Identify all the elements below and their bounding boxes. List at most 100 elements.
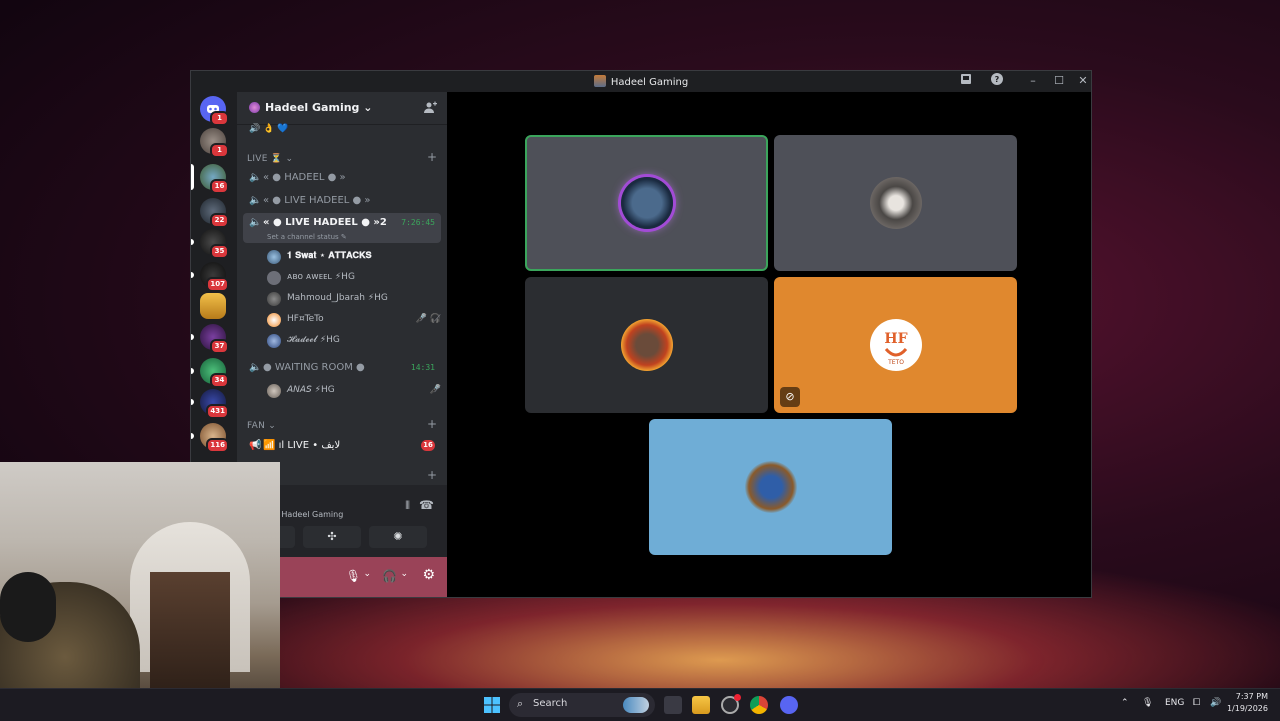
language-indicator[interactable]: ENG	[1165, 698, 1184, 708]
add-channel-icon[interactable]: +	[427, 468, 437, 482]
avatar	[267, 271, 281, 285]
category-live[interactable]: LIVE ⏳ ⌄	[247, 154, 293, 164]
noise-suppression-icon[interactable]: ⦀	[405, 499, 410, 513]
taskbar-search[interactable]: ⌕ Search	[509, 693, 655, 717]
clock-time[interactable]: 7:37 PM	[1228, 692, 1268, 701]
gear-icon[interactable]: ⚙	[422, 567, 435, 583]
file-explorer-icon[interactable]	[692, 696, 710, 714]
unread-pill	[191, 399, 194, 405]
chevron-down-icon[interactable]: ⌄	[400, 569, 408, 579]
discord-icon[interactable]	[780, 696, 798, 714]
channel-name: « ● LIVE HADEEL ● »	[263, 195, 371, 206]
server-icon[interactable]: 34	[191, 358, 229, 388]
server-icon[interactable]: 1	[200, 128, 229, 158]
speaker-icon: 🔈	[249, 195, 262, 206]
avatar	[620, 319, 673, 371]
voice-channel[interactable]: 🔈 ● WAITING ROOM ● 14:31	[243, 358, 441, 378]
server-icon[interactable]: 431	[191, 389, 229, 419]
muted-deafened-icon: 🎤̸ 🎧̸	[415, 314, 441, 324]
svg-text:?: ?	[995, 75, 1000, 84]
obs-icon[interactable]	[721, 694, 741, 714]
headphones-icon[interactable]: 🎧	[382, 569, 397, 583]
voice-member[interactable]: 𝘈𝘕𝘈𝘚 ⚡HG 🎤̸	[267, 382, 441, 400]
participant-tile-speaking[interactable]	[525, 135, 768, 271]
channel-name: 📶 ıl LIVE • لايف	[263, 440, 341, 451]
server-icon[interactable]: 16	[191, 164, 229, 194]
unread-pill	[191, 433, 194, 439]
voice-member[interactable]: Mahmoud_Jbarah ⚡HG	[267, 290, 441, 308]
voice-channel[interactable]: 🔈 « ● LIVE HADEEL ● »	[243, 191, 441, 211]
help-icon[interactable]: ?	[988, 73, 1006, 89]
server-name: Hadeel Gaming ⌄	[265, 101, 373, 114]
unread-badge: 431	[206, 404, 229, 419]
search-placeholder: Search	[533, 698, 568, 709]
close-button[interactable]: ✕	[1074, 73, 1092, 89]
voice-member[interactable]: HF¤TeTo 🎤̸ 🎧̸	[267, 311, 441, 329]
server-header[interactable]: Hadeel Gaming ⌄	[237, 92, 447, 125]
unread-badge: 16	[421, 440, 435, 451]
unread-badge: 16	[210, 179, 229, 194]
svg-text:TETO: TETO	[887, 359, 904, 366]
member-name: 𝟏 𝐒𝐰𝐚𝐭 ⋆ 𝐀𝐓𝐓𝐀𝐂𝐊𝐒	[287, 251, 372, 261]
chevron-up-icon[interactable]: ⌃	[1121, 698, 1129, 708]
chevron-down-icon[interactable]: ⌄	[363, 569, 371, 579]
unread-pill	[191, 272, 194, 278]
microphone-icon[interactable]: 🎙	[346, 569, 361, 583]
unread-badge: 37	[210, 339, 229, 354]
announcement-channel[interactable]: 📢 📶 ıl LIVE • لايف 16	[243, 436, 441, 456]
inbox-icon[interactable]	[957, 73, 975, 89]
server-icon[interactable]: 35	[191, 229, 229, 259]
search-icon: ⌕	[517, 697, 524, 710]
notification-dot	[734, 694, 741, 701]
channel-name: « ● HADEEL ● »	[263, 172, 346, 183]
webcam-overlay	[0, 462, 280, 720]
activities-button[interactable]: ✣	[303, 526, 361, 548]
disconnect-icon[interactable]: ☎	[419, 498, 434, 512]
chrome-icon[interactable]	[750, 696, 768, 714]
voice-channel-active[interactable]: 🔈 « ● LIVE HADEEL ● »2 7:26:45 Set a cha…	[243, 213, 441, 243]
server-icon[interactable]: 37	[191, 324, 229, 354]
voice-member[interactable]: 𝓗𝓪𝓭𝓮𝓮𝓵 ⚡HG	[267, 332, 441, 350]
category-fan[interactable]: FAN ⌄	[247, 421, 276, 431]
member-name: 𝘈𝘕𝘈𝘚 ⚡HG	[287, 385, 335, 395]
avatar	[267, 313, 281, 327]
muted-icon: 🎤̸	[429, 385, 441, 395]
microphone-icon[interactable]: 🎙	[1142, 698, 1153, 708]
server-icon[interactable]: 22	[200, 198, 229, 228]
participant-tile[interactable]: HF TETO ⊘	[774, 277, 1017, 413]
network-icon[interactable]: ⧠	[1193, 698, 1200, 708]
channel-timer: 7:26:45	[401, 218, 435, 227]
channel-status[interactable]: Set a channel status ✎	[267, 233, 347, 241]
window-title-text: Hadeel Gaming	[610, 77, 689, 88]
unread-pill	[191, 239, 194, 245]
maximize-button[interactable]: ☐	[1050, 73, 1068, 89]
unread-badge: 35	[210, 244, 229, 259]
voice-member[interactable]: 𝟏 𝐒𝐰𝐚𝐭 ⋆ 𝐀𝐓𝐓𝐀𝐂𝐊𝐒	[267, 248, 441, 266]
megaphone-icon: 📢	[249, 440, 262, 451]
soundboard-button[interactable]: ✺	[369, 526, 427, 548]
clock-date[interactable]: 1/19/2026	[1224, 704, 1268, 713]
minimize-button[interactable]: –	[1024, 73, 1042, 89]
member-name: HF¤TeTo	[287, 314, 324, 324]
add-channel-icon[interactable]: +	[427, 417, 437, 431]
invite-icon[interactable]	[423, 100, 437, 119]
server-icon[interactable]: 107	[191, 262, 229, 292]
channel-top[interactable]: 🔊 👌 💙	[249, 124, 288, 134]
avatar: HF TETO	[869, 319, 922, 371]
voice-member[interactable]: ᴀʙᴏ ᴀᴡᴇᴇʟ ⚡HG	[267, 269, 441, 287]
member-name: ᴀʙᴏ ᴀᴡᴇᴇʟ ⚡HG	[287, 272, 355, 282]
server-icon[interactable]	[200, 293, 226, 319]
deafened-icon: ⊘	[780, 387, 800, 407]
participant-tile[interactable]	[649, 419, 892, 555]
direct-messages-button[interactable]: 1	[200, 96, 229, 126]
participant-tile[interactable]	[774, 135, 1017, 271]
unread-badge: 1	[210, 111, 229, 126]
voice-channel[interactable]: 🔈 « ● HADEEL ● »	[243, 168, 441, 188]
server-icon[interactable]: 116	[191, 423, 229, 453]
task-view-icon[interactable]	[664, 696, 682, 714]
volume-icon[interactable]: 🔊	[1210, 698, 1221, 708]
add-channel-icon[interactable]: +	[427, 150, 437, 164]
avatar	[267, 292, 281, 306]
windows-start-icon[interactable]	[483, 696, 501, 714]
participant-tile[interactable]	[525, 277, 768, 413]
